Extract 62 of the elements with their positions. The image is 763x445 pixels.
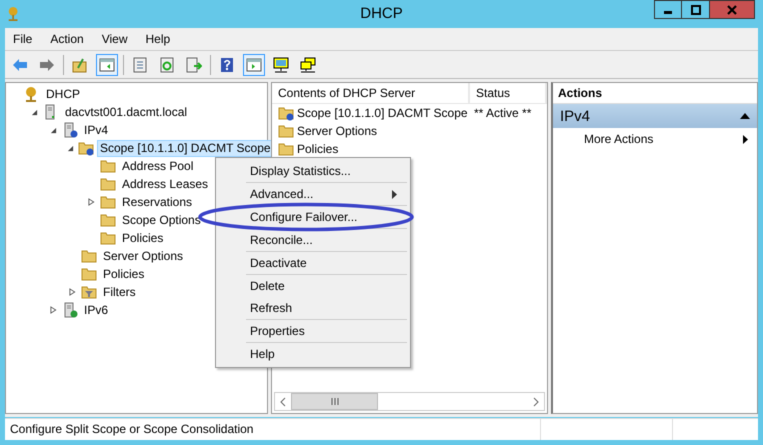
menu-item[interactable]: View xyxy=(102,32,128,46)
collapse-toggle-icon[interactable] xyxy=(50,126,56,134)
tree-item[interactable]: Address Pool xyxy=(119,158,196,174)
list-item[interactable]: Scope [10.1.1.0] DACMT Scope xyxy=(297,106,468,120)
server-icon xyxy=(62,122,78,138)
tree-item[interactable]: Reservations xyxy=(119,194,196,210)
folder-icon xyxy=(100,230,116,246)
context-menu-item[interactable]: Refresh xyxy=(246,300,407,316)
expand-toggle-icon[interactable] xyxy=(68,288,76,296)
tree-item[interactable]: Scope Options xyxy=(119,212,204,228)
context-menu-item[interactable]: Properties xyxy=(246,323,407,339)
window-title: DHCP xyxy=(360,5,403,22)
server-icon xyxy=(62,302,78,318)
status-text: Configure Split Scope or Scope Consolidation xyxy=(9,421,254,438)
tree-item[interactable]: Filters xyxy=(100,284,139,300)
menu-item[interactable]: Help xyxy=(146,32,170,46)
tree-item[interactable]: Server Options xyxy=(100,248,186,264)
context-menu-item[interactable]: Reconcile... xyxy=(246,232,407,248)
section-title: IPv4 xyxy=(560,108,590,124)
tree-item[interactable]: Scope [10.1.1.0] DACMT Scope xyxy=(97,140,274,156)
menu-item[interactable]: File xyxy=(13,32,32,46)
folder-icon xyxy=(278,105,294,121)
context-menu-item[interactable]: Delete xyxy=(246,278,407,294)
horizontal-scrollbar[interactable] xyxy=(274,392,545,411)
close-button[interactable] xyxy=(710,0,755,19)
expand-toggle-icon[interactable] xyxy=(88,198,94,206)
action-link[interactable]: More Actions xyxy=(584,132,654,146)
expand-toggle-icon[interactable] xyxy=(50,306,56,314)
list-item[interactable]: Policies xyxy=(297,142,338,156)
folder-icon xyxy=(278,123,294,139)
maximize-button[interactable] xyxy=(682,0,710,19)
close-icon[interactable] xyxy=(727,4,737,14)
folder-icon xyxy=(78,140,94,156)
folder-icon xyxy=(100,212,116,228)
context-menu-item[interactable]: Display Statistics... xyxy=(246,163,407,179)
context-menu-item[interactable]: Advanced... xyxy=(246,186,407,202)
folder-icon xyxy=(100,176,116,192)
tree-item[interactable]: dacvtst001.dacmt.local xyxy=(62,104,190,120)
tree-item[interactable]: IPv6 xyxy=(81,302,112,318)
collapse-toggle-icon[interactable] xyxy=(67,144,74,152)
tree-item[interactable]: Policies xyxy=(100,266,148,282)
list-item[interactable]: Server Options xyxy=(297,124,378,138)
scroll-thumb[interactable] xyxy=(291,393,378,410)
folder-icon xyxy=(100,194,116,210)
menu-item[interactable]: Action xyxy=(50,32,84,46)
maximize-icon[interactable] xyxy=(690,4,700,14)
filter-folder-icon xyxy=(81,284,97,300)
collapse-icon[interactable] xyxy=(740,113,750,119)
tree-item[interactable]: Policies xyxy=(119,230,166,246)
column-header[interactable]: Contents of DHCP Server xyxy=(272,83,470,103)
collapse-toggle-icon[interactable] xyxy=(30,108,38,116)
status-cell-text: ** Active ** xyxy=(473,106,532,120)
actions-section-header[interactable]: IPv4 xyxy=(553,104,757,128)
folder-icon xyxy=(81,266,97,282)
tree-item[interactable]: IPv4 xyxy=(81,122,112,138)
context-menu-item[interactable]: Help xyxy=(246,346,407,362)
folder-icon xyxy=(81,248,97,264)
minimize-button[interactable] xyxy=(654,0,682,19)
context-menu-item[interactable]: Deactivate xyxy=(246,255,407,271)
column-header[interactable]: Status xyxy=(470,83,547,103)
tree-item[interactable]: DHCP xyxy=(43,86,84,102)
tree-item[interactable]: Address Leases xyxy=(119,176,212,192)
